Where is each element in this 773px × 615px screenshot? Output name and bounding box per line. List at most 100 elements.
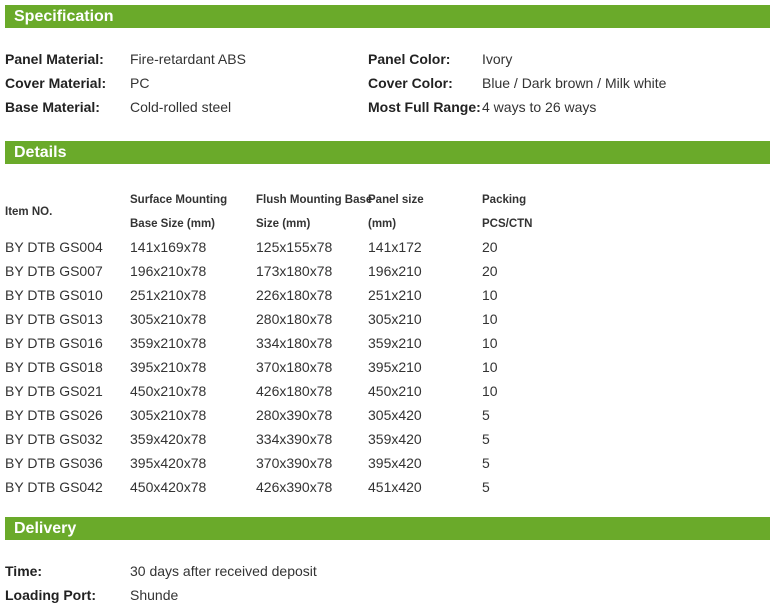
table-row: BY DTB GS042 450x420x78 426x390x78 451x420 5 xyxy=(5,475,770,499)
cell-flush-size: 370x180x78 xyxy=(256,359,333,375)
panel-material-label: Panel Material: xyxy=(5,51,104,67)
loading-port-value: Shunde xyxy=(130,587,179,603)
cell-packing: 20 xyxy=(482,263,498,279)
header-panel-line1: Panel size xyxy=(368,194,424,206)
cell-flush-size: 125x155x78 xyxy=(256,239,333,255)
header-item-no: Item NO. xyxy=(5,206,53,218)
cell-packing: 5 xyxy=(482,479,490,495)
table-row: BY DTB GS016 359x210x78 334x180x78 359x210 1… xyxy=(5,331,770,355)
cell-item-no: BY DTB GS018 xyxy=(5,359,103,375)
cover-color-value: Blue / Dark brown / Milk white xyxy=(482,75,667,91)
table-row: BY DTB GS021 450x210x78 426x180x78 450x210 1… xyxy=(5,379,770,403)
full-range-label: Most Full Range: xyxy=(368,99,481,115)
cell-flush-size: 334x390x78 xyxy=(256,431,333,447)
cell-flush-size: 334x180x78 xyxy=(256,335,333,351)
details-table-header: Item NO. Surface Mounting Base Size (mm)… xyxy=(5,188,770,236)
cell-packing: 10 xyxy=(482,383,498,399)
full-range-value: 4 ways to 26 ways xyxy=(482,99,597,115)
spec-row: Base Material: Cold-rolled steel Most Fu… xyxy=(5,95,770,119)
table-row: BY DTB GS004 141x169x78 125x155x78 141x172 2… xyxy=(5,235,770,259)
cover-material-label: Cover Material: xyxy=(5,75,107,91)
cell-surface-size: 395x420x78 xyxy=(130,455,207,471)
table-row: BY DTB GS036 395x420x78 370x390x78 395x420 5 xyxy=(5,451,770,475)
table-row: BY DTB GS026 305x210x78 280x390x78 305x420 5 xyxy=(5,403,770,427)
header-packing-line2: PCS/CTN xyxy=(482,218,533,230)
cell-item-no: BY DTB GS010 xyxy=(5,287,103,303)
cell-panel-size: 305x210 xyxy=(368,311,422,327)
cell-surface-size: 359x210x78 xyxy=(130,335,207,351)
cell-surface-size: 141x169x78 xyxy=(130,239,207,255)
cover-color-label: Cover Color: xyxy=(368,75,453,91)
cell-packing: 10 xyxy=(482,359,498,375)
cell-surface-size: 395x210x78 xyxy=(130,359,207,375)
cell-panel-size: 395x210 xyxy=(368,359,422,375)
cell-item-no: BY DTB GS032 xyxy=(5,431,103,447)
cell-surface-size: 305x210x78 xyxy=(130,311,207,327)
cell-packing: 10 xyxy=(482,335,498,351)
cell-packing: 10 xyxy=(482,311,498,327)
cell-packing: 20 xyxy=(482,239,498,255)
cell-panel-size: 450x210 xyxy=(368,383,422,399)
cell-panel-size: 196x210 xyxy=(368,263,422,279)
cell-item-no: BY DTB GS036 xyxy=(5,455,103,471)
table-row: BY DTB GS007 196x210x78 173x180x78 196x210 2… xyxy=(5,259,770,283)
cell-panel-size: 141x172 xyxy=(368,239,422,255)
cell-surface-size: 251x210x78 xyxy=(130,287,207,303)
table-row: BY DTB GS018 395x210x78 370x180x78 395x210 1… xyxy=(5,355,770,379)
header-panel-line2: (mm) xyxy=(368,218,397,230)
cell-flush-size: 426x180x78 xyxy=(256,383,333,399)
loading-port-label: Loading Port: xyxy=(5,587,96,603)
cell-packing: 5 xyxy=(482,431,490,447)
panel-color-value: Ivory xyxy=(482,51,513,67)
panel-color-label: Panel Color: xyxy=(368,51,451,67)
cover-material-value: PC xyxy=(130,75,150,91)
cell-flush-size: 280x180x78 xyxy=(256,311,333,327)
cell-surface-size: 450x210x78 xyxy=(130,383,207,399)
cell-panel-size: 359x210 xyxy=(368,335,422,351)
specification-header: Specification xyxy=(5,5,770,28)
cell-panel-size: 451x420 xyxy=(368,479,422,495)
delivery-row: Time: 30 days after received deposit xyxy=(5,559,770,583)
cell-packing: 5 xyxy=(482,407,490,423)
table-row: BY DTB GS032 359x420x78 334x390x78 359x420 5 xyxy=(5,427,770,451)
base-material-value: Cold-rolled steel xyxy=(130,99,232,115)
panel-material-value: Fire-retardant ABS xyxy=(130,51,246,67)
cell-item-no: BY DTB GS021 xyxy=(5,383,103,399)
cell-surface-size: 450x420x78 xyxy=(130,479,207,495)
time-label: Time: xyxy=(5,563,43,579)
cell-flush-size: 173x180x78 xyxy=(256,263,333,279)
delivery-header: Delivery xyxy=(5,517,770,540)
cell-item-no: BY DTB GS016 xyxy=(5,335,103,351)
header-surface-line1: Surface Mounting xyxy=(130,194,228,206)
cell-panel-size: 395x420 xyxy=(368,455,422,471)
delivery-row: Loading Port: Shunde xyxy=(5,583,770,607)
cell-panel-size: 305x420 xyxy=(368,407,422,423)
spec-row: Cover Material: PC Cover Color: Blue / D… xyxy=(5,71,770,95)
cell-surface-size: 196x210x78 xyxy=(130,263,207,279)
cell-flush-size: 226x180x78 xyxy=(256,287,333,303)
cell-item-no: BY DTB GS007 xyxy=(5,263,103,279)
cell-item-no: BY DTB GS042 xyxy=(5,479,103,495)
cell-flush-size: 370x390x78 xyxy=(256,455,333,471)
table-row: BY DTB GS010 251x210x78 226x180x78 251x210 1… xyxy=(5,283,770,307)
header-surface-line2: Base Size (mm) xyxy=(130,218,216,230)
header-packing-line1: Packing xyxy=(482,194,527,206)
details-header: Details xyxy=(5,141,770,164)
cell-flush-size: 280x390x78 xyxy=(256,407,333,423)
cell-surface-size: 359x420x78 xyxy=(130,431,207,447)
cell-packing: 5 xyxy=(482,455,490,471)
header-flush-line1: Flush Mounting Base xyxy=(256,194,373,206)
table-row: BY DTB GS013 305x210x78 280x180x78 305x210 1… xyxy=(5,307,770,331)
cell-packing: 10 xyxy=(482,287,498,303)
cell-flush-size: 426x390x78 xyxy=(256,479,333,495)
base-material-label: Base Material: xyxy=(5,99,100,115)
cell-item-no: BY DTB GS013 xyxy=(5,311,103,327)
cell-panel-size: 251x210 xyxy=(368,287,422,303)
cell-surface-size: 305x210x78 xyxy=(130,407,207,423)
header-flush-line2: Size (mm) xyxy=(256,218,311,230)
spec-row: Panel Material: Fire-retardant ABS Panel… xyxy=(5,47,770,71)
time-value: 30 days after received deposit xyxy=(130,563,317,579)
cell-panel-size: 359x420 xyxy=(368,431,422,447)
cell-item-no: BY DTB GS026 xyxy=(5,407,103,423)
cell-item-no: BY DTB GS004 xyxy=(5,239,103,255)
